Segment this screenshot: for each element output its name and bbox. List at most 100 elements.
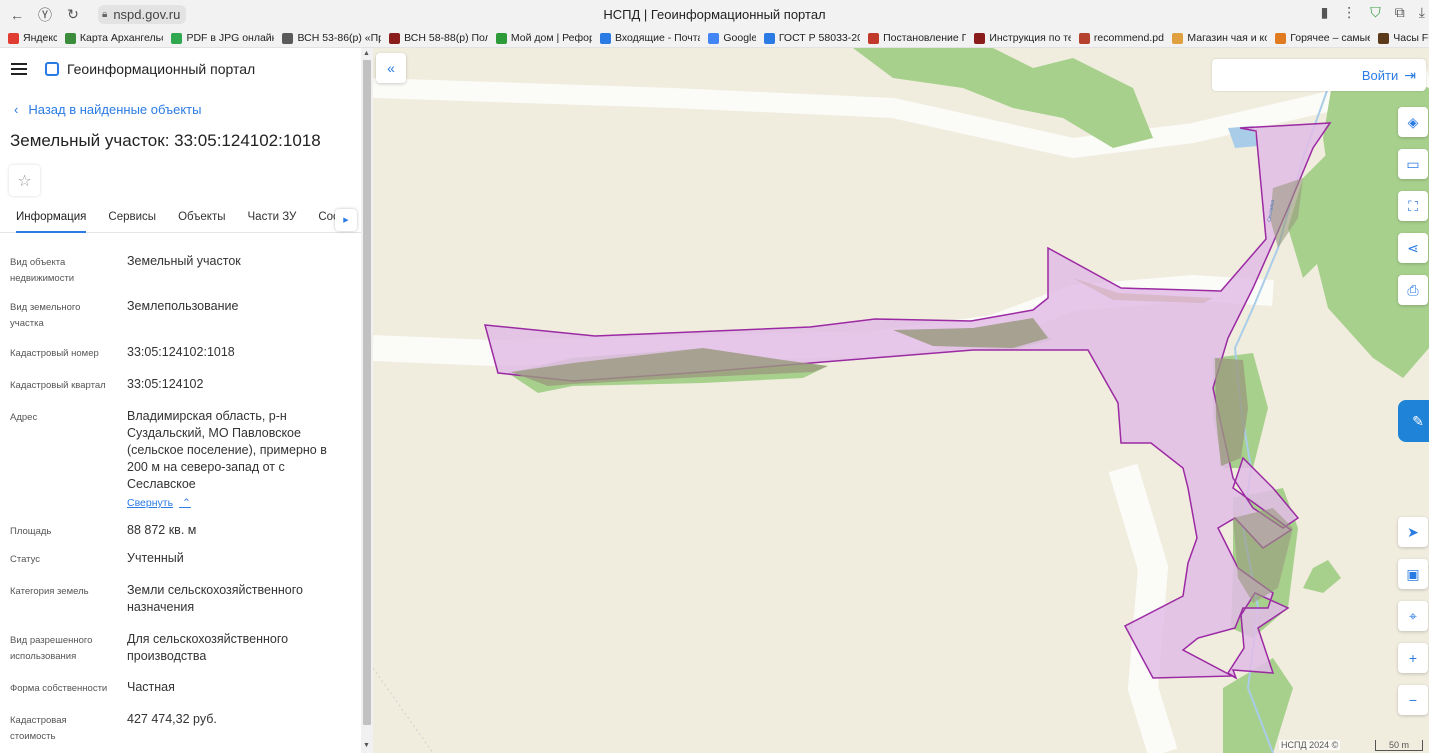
- page-title: Земельный участок: 33:05:124102:1018: [10, 131, 321, 150]
- menu-icon[interactable]: [11, 63, 27, 75]
- panel-header: Геоинформационный портал: [0, 48, 361, 90]
- bookmark-label: recommend.pdf: [1093, 32, 1165, 44]
- back-label: Назад в найденные объекты: [28, 102, 202, 117]
- property-label: Форма собственности: [10, 683, 108, 694]
- bookmark-item[interactable]: ГОСТ Р 58033-20: [763, 32, 860, 44]
- extension-icon[interactable]: ⧉: [1395, 4, 1405, 21]
- property-value: Учтенный: [127, 550, 347, 567]
- bookmark-item[interactable]: Постановление П: [868, 32, 966, 44]
- address-bar[interactable]: 🔒︎ nspd.gov.ru: [98, 5, 187, 24]
- scrollbar-thumb[interactable]: [363, 60, 371, 725]
- property-label: Вид земельного участка: [10, 302, 81, 329]
- property-value-text: 427 474,32 руб.: [127, 712, 217, 726]
- bookmark-label: ВСН 53-86(р) «Пр: [297, 32, 382, 44]
- menu-dots-icon[interactable]: ⋮: [1342, 4, 1356, 21]
- property-value: 33:05:124102:1018: [127, 344, 347, 361]
- back-arrow-icon[interactable]: ←: [6, 4, 28, 26]
- tabs-scroll-right-button[interactable]: ▶: [335, 209, 357, 231]
- back-to-results-link[interactable]: ‹ Назад в найденные объекты: [14, 102, 361, 117]
- bookmark-favicon-icon: [600, 32, 611, 44]
- bookmark-item[interactable]: Яндекс: [8, 32, 57, 44]
- map-attribution: НСПД 2024 ©: [1279, 740, 1341, 750]
- collapse-panel-button[interactable]: «: [376, 53, 406, 83]
- property-value-text: 33:05:124102:1018: [127, 345, 235, 359]
- map-layers: [373, 48, 1429, 753]
- property-value-text: 33:05:124102: [127, 377, 204, 391]
- bookmark-label: Часы Fi: [1393, 32, 1429, 44]
- chat-assistant-button[interactable]: ✎: [1398, 400, 1429, 442]
- favorite-star-button[interactable]: ☆: [9, 165, 40, 196]
- select-area-icon[interactable]: ⛶: [1398, 191, 1428, 221]
- map-canvas[interactable]: Сеславка « Войти ⇥ ◈ ▭ ⛶ ⋖ ⎙ ✎ ➤ ▣ ⌖ + −…: [373, 48, 1429, 753]
- bookmark-label: Входящие - Почта: [615, 32, 701, 44]
- bookmark-item[interactable]: Магазин чая и ко: [1172, 32, 1267, 44]
- portal-logo-icon: [45, 62, 59, 76]
- bookmark-label: Магазин чая и ко: [1187, 32, 1268, 44]
- bookmark-favicon-icon: [868, 32, 880, 44]
- tab-0[interactable]: Информация: [16, 208, 87, 233]
- share-icon[interactable]: ⋖: [1398, 233, 1428, 263]
- bookmark-item[interactable]: Часы Fi: [1378, 32, 1429, 44]
- minimap-icon[interactable]: ▣: [1398, 559, 1428, 589]
- zoom-in-button[interactable]: +: [1398, 643, 1428, 673]
- map-scale: 50 m: [1375, 740, 1423, 751]
- login-button[interactable]: Войти ⇥: [1212, 59, 1426, 91]
- dotted-path: [373, 667, 434, 753]
- zoom-out-button[interactable]: −: [1398, 685, 1428, 715]
- bookmark-icon[interactable]: ▮: [1321, 4, 1329, 21]
- property-value: Земельный участок: [127, 253, 347, 270]
- bookmark-favicon-icon: [1275, 32, 1287, 44]
- bookmark-item[interactable]: Входящие - Почта: [600, 32, 700, 44]
- property-value-text: Земельный участок: [127, 254, 241, 268]
- bookmark-item[interactable]: Карта Архангельс: [64, 32, 164, 44]
- property-value: Владимирская область, р-н Суздальский, М…: [127, 408, 347, 512]
- geolocation-icon[interactable]: ➤: [1398, 517, 1428, 547]
- bookmark-favicon-icon: [708, 32, 720, 44]
- collapse-address-link[interactable]: Свернуть ⌃: [127, 495, 347, 512]
- land-parcel-polygon[interactable]: [483, 122, 1332, 680]
- url-text: nspd.gov.ru: [113, 7, 181, 22]
- browser-toolbar: ← Ⓨ ↻ 🔒︎ nspd.gov.ru НСПД | Геоинформаци…: [0, 0, 1429, 29]
- property-label: Вид объекта недвижимости: [10, 257, 75, 284]
- bookmark-label: Постановление П: [883, 32, 967, 44]
- scroll-down-icon[interactable]: ▼: [363, 742, 370, 749]
- login-icon: ⇥: [1404, 66, 1416, 83]
- bookmark-item[interactable]: ВСН 58-88(р) Пол: [389, 32, 488, 44]
- print-icon[interactable]: ⎙: [1398, 275, 1428, 305]
- panel-scrollbar[interactable]: ▲ ▼: [361, 48, 373, 753]
- bookmark-item[interactable]: Google: [708, 32, 756, 44]
- scroll-up-icon[interactable]: ▲: [363, 50, 370, 57]
- bookmark-item[interactable]: Мой дом | Рефор: [495, 32, 592, 44]
- yandex-icon[interactable]: Ⓨ: [34, 4, 56, 26]
- property-value: Земли сельскохозяйственного назначения: [127, 582, 347, 616]
- bookmark-item[interactable]: recommend.pdf: [1078, 32, 1165, 44]
- tab-1[interactable]: Сервисы: [108, 208, 156, 233]
- property-label: Адрес: [10, 412, 38, 423]
- property-label: Вид разрешенного использования: [10, 635, 93, 662]
- tab-2[interactable]: Объекты: [178, 208, 225, 233]
- download-icon[interactable]: ⤓: [1419, 4, 1425, 21]
- forest-area: [1303, 560, 1341, 593]
- chevron-left-icon: ‹: [14, 102, 19, 117]
- bookmark-item[interactable]: Инструкция по те: [974, 32, 1071, 44]
- layers-icon[interactable]: ◈: [1398, 107, 1428, 137]
- shield-icon[interactable]: ⛉: [1370, 4, 1381, 21]
- bookmark-label: Карта Архангельс: [79, 32, 164, 44]
- property-label: Площадь: [10, 526, 52, 537]
- find-location-icon[interactable]: ⌖: [1398, 601, 1428, 631]
- tab-bar: ИнформацияСервисыОбъектыЧасти ЗУСоста▶: [0, 208, 361, 233]
- bookmark-favicon-icon: [763, 32, 775, 44]
- bookmark-item[interactable]: ВСН 53-86(р) «Пр: [282, 32, 381, 44]
- bookmark-favicon-icon: [282, 32, 294, 44]
- bookmark-favicon-icon: [64, 32, 76, 44]
- bookmark-favicon-icon: [1378, 32, 1390, 44]
- login-label: Войти: [1361, 67, 1399, 83]
- property-value: Для сельскохозяйственного производства: [127, 631, 347, 665]
- property-label: Статус: [10, 554, 41, 565]
- property-label: Кадастровая стоимость: [10, 715, 67, 742]
- tab-3[interactable]: Части ЗУ: [248, 208, 297, 233]
- bookmark-item[interactable]: Горячее – самые: [1275, 32, 1370, 44]
- bookmark-item[interactable]: PDF в JPG онлайн: [171, 32, 274, 44]
- ruler-icon[interactable]: ▭: [1398, 149, 1428, 179]
- reload-icon[interactable]: ↻: [62, 4, 84, 26]
